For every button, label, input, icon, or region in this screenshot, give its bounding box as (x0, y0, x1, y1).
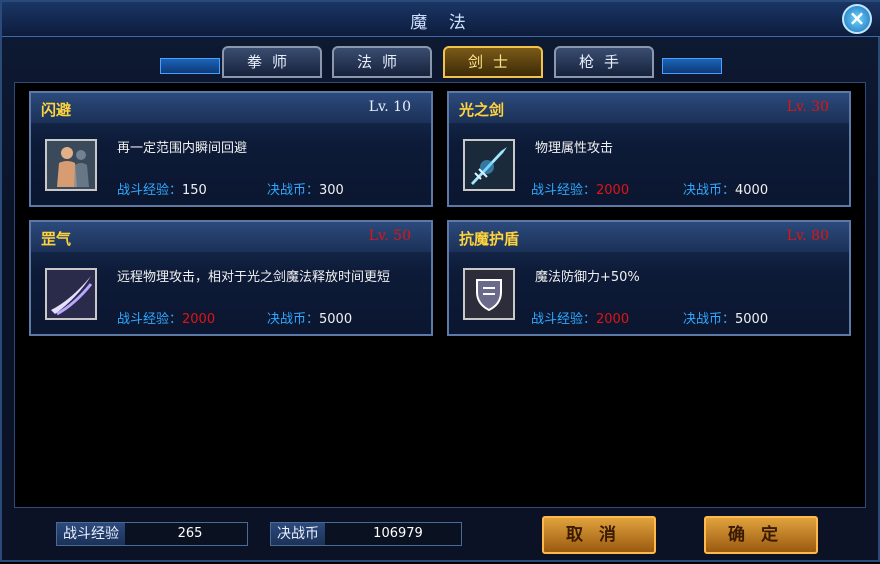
skill-card-anti-magic-shield[interactable]: 抗魔护盾 Lv. 80 魔法防御力+50% 战斗经验：2000 决战币：5000 (447, 220, 851, 336)
exp-cost: 战斗经验：2000 (531, 312, 630, 327)
skill-level: Lv. 30 (786, 99, 829, 115)
coin-cost: 决战币：4000 (683, 183, 769, 198)
tab-strip: 拳师 法师 剑士 枪手 (2, 36, 880, 82)
exp-total-label: 战斗经验 (57, 523, 125, 545)
skill-description: 魔法防御力+50% (535, 270, 640, 285)
skill-name: 抗魔护盾 (459, 230, 520, 248)
tab-mage[interactable]: 法师 (332, 46, 432, 78)
shield-icon (463, 268, 515, 320)
magic-window: 魔 法 × 拳师 法师 剑士 枪手 闪避 Lv. 10 再一定范围内瞬间回避 战… (0, 0, 880, 562)
skill-name: 光之剑 (459, 101, 505, 119)
coin-cost: 决战币：5000 (683, 312, 769, 327)
tab-strip-right-deco (662, 58, 722, 74)
skill-panel: 闪避 Lv. 10 再一定范围内瞬间回避 战斗经验：150 决战币：300 光之… (14, 82, 866, 508)
tab-boxer[interactable]: 拳师 (222, 46, 322, 78)
exp-cost: 战斗经验：2000 (531, 183, 630, 198)
coin-total: 决战币 106979 (270, 522, 462, 546)
coin-cost: 决战币：5000 (267, 312, 353, 327)
light-sword-icon (463, 139, 515, 191)
skill-card-header: 罡气 Lv. 50 (31, 222, 431, 252)
skill-card-header: 光之剑 Lv. 30 (449, 93, 849, 123)
window-title: 魔 法 (410, 13, 474, 33)
coin-total-value: 106979 (373, 526, 423, 541)
tab-gunner[interactable]: 枪手 (554, 46, 654, 78)
skill-card-dodge[interactable]: 闪避 Lv. 10 再一定范围内瞬间回避 战斗经验：150 决战币：300 (29, 91, 433, 207)
close-icon: × (848, 6, 866, 30)
exp-cost: 战斗经验：2000 (117, 312, 216, 327)
confirm-button[interactable]: 确定 (704, 516, 818, 554)
skill-description: 物理属性攻击 (535, 141, 614, 156)
skill-name: 罡气 (41, 230, 72, 248)
skill-level: Lv. 10 (368, 99, 411, 115)
skill-card-header: 闪避 Lv. 10 (31, 93, 431, 123)
title-bar: 魔 法 × (2, 2, 880, 37)
close-button[interactable]: × (842, 4, 872, 34)
cancel-button[interactable]: 取消 (542, 516, 656, 554)
skill-description: 再一定范围内瞬间回避 (117, 141, 248, 156)
exp-cost: 战斗经验：150 (117, 183, 207, 198)
body-figure-icon (45, 139, 97, 191)
exp-total: 战斗经验 265 (56, 522, 248, 546)
skill-card-gang-qi[interactable]: 罡气 Lv. 50 远程物理攻击，相对于光之剑魔法释放时间更短 战斗经验：200… (29, 220, 433, 336)
tab-swordsman[interactable]: 剑士 (443, 46, 543, 78)
tab-strip-left-deco (160, 58, 220, 74)
skill-level: Lv. 50 (368, 228, 411, 244)
skill-card-light-sword[interactable]: 光之剑 Lv. 30 物理属性攻击 战斗经验：2000 决战币：4000 (447, 91, 851, 207)
coin-cost: 决战币：300 (267, 183, 344, 198)
skill-description: 远程物理攻击，相对于光之剑魔法释放时间更短 (117, 270, 391, 285)
coin-total-label: 决战币 (271, 523, 325, 545)
skill-level: Lv. 80 (786, 228, 829, 244)
slash-icon (45, 268, 97, 320)
skill-name: 闪避 (41, 101, 72, 119)
footer-bar: 战斗经验 265 决战币 106979 取消 确定 (2, 508, 880, 564)
exp-total-value: 265 (177, 526, 203, 541)
skill-card-header: 抗魔护盾 Lv. 80 (449, 222, 849, 252)
